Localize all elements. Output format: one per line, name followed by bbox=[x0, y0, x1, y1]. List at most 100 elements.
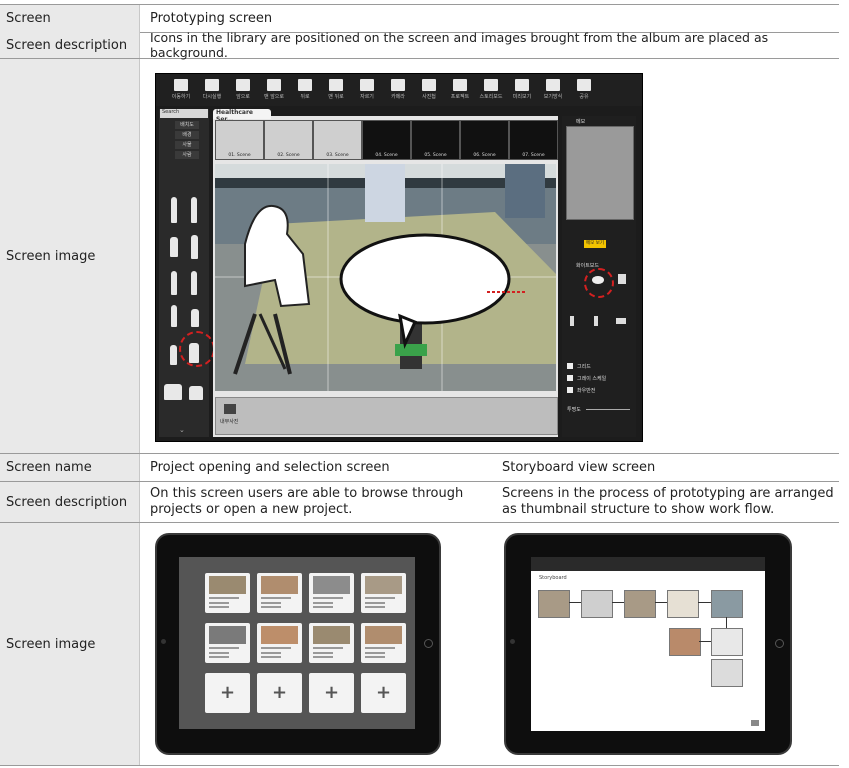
opacity-slider[interactable] bbox=[586, 409, 630, 410]
storyboard-thumb[interactable] bbox=[624, 590, 656, 618]
person-figure[interactable] bbox=[191, 235, 198, 259]
chevron-down-icon[interactable]: ⌄ bbox=[179, 426, 185, 434]
text-line bbox=[261, 602, 281, 604]
memo-area[interactable] bbox=[566, 126, 634, 220]
description-right-line2: as thumbnail structure to show work flow… bbox=[502, 502, 775, 517]
workspace: Healthcare Ser... 01. Scene 02. Scene 03. … bbox=[213, 109, 558, 437]
scene-thumb[interactable]: 06. Scene bbox=[460, 120, 509, 160]
scene-thumb[interactable]: 07. Scene bbox=[509, 120, 558, 160]
grid-checkbox[interactable] bbox=[567, 363, 573, 369]
person-figure[interactable] bbox=[171, 305, 177, 327]
value-screen-name-left: Project opening and selection screen bbox=[150, 460, 390, 475]
storyboard-thumb[interactable] bbox=[711, 590, 743, 618]
home-button[interactable] bbox=[424, 639, 433, 648]
person-figure[interactable] bbox=[191, 197, 197, 223]
person-figure[interactable] bbox=[171, 271, 177, 295]
person-figure[interactable] bbox=[191, 271, 197, 295]
toolbar-button[interactable]: 프로젝트 bbox=[449, 78, 471, 102]
corner-icon[interactable] bbox=[751, 720, 759, 726]
scene-label: 05. Scene bbox=[424, 153, 447, 158]
pencil-icon[interactable] bbox=[570, 316, 574, 326]
project-tab[interactable]: Healthcare Ser... bbox=[213, 109, 271, 123]
new-project-folder[interactable]: + bbox=[361, 673, 406, 713]
storyboard-thumb[interactable] bbox=[711, 628, 743, 656]
memo-button[interactable]: 메모 보기 bbox=[584, 240, 606, 248]
ipad-storyboard: Storyboard bbox=[504, 533, 792, 755]
toolbar-label: 사진첩 bbox=[422, 94, 436, 100]
project-folder[interactable] bbox=[309, 623, 354, 663]
project-folder[interactable] bbox=[257, 573, 302, 613]
toolbar-icon bbox=[298, 79, 312, 91]
toolbar-button[interactable]: 앞으로 bbox=[232, 78, 254, 102]
project-folder[interactable] bbox=[205, 623, 250, 663]
flow-connector bbox=[698, 602, 711, 603]
label-screen-name: Screen name bbox=[0, 454, 139, 481]
toolbar-button[interactable]: 뒤로 bbox=[294, 78, 316, 102]
grayscale-checkbox[interactable] bbox=[567, 375, 573, 381]
text-line bbox=[313, 602, 333, 604]
toolbar-button[interactable]: 미리보기 bbox=[511, 78, 533, 102]
project-folder[interactable] bbox=[257, 623, 302, 663]
dog-figure[interactable] bbox=[189, 386, 203, 400]
project-folder[interactable] bbox=[205, 573, 250, 613]
new-project-folder[interactable]: + bbox=[257, 673, 302, 713]
category-objects[interactable]: 사물 bbox=[175, 141, 199, 149]
pen-icon[interactable] bbox=[594, 316, 598, 326]
toolbar-button[interactable]: 카메라 bbox=[387, 78, 409, 102]
toolbar-label: 보기방식 bbox=[543, 94, 563, 100]
toolbar-button[interactable]: 보기방식 bbox=[542, 78, 564, 102]
toolbar-button[interactable]: 공유 bbox=[573, 78, 595, 102]
project-folder[interactable] bbox=[361, 623, 406, 663]
toolbar-button[interactable]: 스토리보드 bbox=[479, 78, 503, 102]
storyboard-thumb[interactable] bbox=[711, 659, 743, 687]
grid-label: 그리드 bbox=[577, 364, 591, 370]
text-line bbox=[365, 606, 385, 608]
toolbar-label: 미리보기 bbox=[512, 94, 532, 100]
scene-thumb[interactable]: 03. Scene bbox=[313, 120, 362, 160]
category-background[interactable]: 배경 bbox=[175, 131, 199, 139]
toolbar-button[interactable]: 맨 뒤로 bbox=[325, 78, 347, 102]
person-figure[interactable] bbox=[191, 309, 199, 327]
home-button[interactable] bbox=[775, 639, 784, 648]
eraser-icon[interactable] bbox=[616, 318, 626, 324]
library-search[interactable]: Search bbox=[160, 109, 208, 118]
storyboard-thumb[interactable] bbox=[581, 590, 613, 618]
toolbar-button[interactable]: 자르기 bbox=[356, 78, 378, 102]
flip-checkbox[interactable] bbox=[567, 387, 573, 393]
label-screen-description: Screen description bbox=[0, 32, 139, 58]
project-thumbnail bbox=[365, 626, 402, 644]
trash-icon[interactable] bbox=[618, 274, 626, 284]
storyboard-thumb[interactable] bbox=[669, 628, 701, 656]
category-people[interactable]: 사람 bbox=[175, 151, 199, 159]
category-layout[interactable]: 배치도 bbox=[175, 121, 199, 129]
scene-label: 06. Scene bbox=[473, 153, 496, 158]
scene-canvas[interactable] bbox=[215, 164, 556, 391]
scene-thumb[interactable]: 04. Scene bbox=[362, 120, 411, 160]
project-grid-screen: + + + + bbox=[179, 557, 415, 729]
storyboard-thumb[interactable] bbox=[667, 590, 699, 618]
text-line bbox=[313, 652, 333, 654]
person-figure[interactable] bbox=[170, 345, 177, 365]
toolbar-button[interactable]: 다시실행 bbox=[201, 78, 223, 102]
family-figure[interactable] bbox=[164, 384, 182, 400]
toolbar-button[interactable]: 맨 앞으로 bbox=[263, 78, 285, 102]
project-thumbnail bbox=[313, 576, 350, 594]
value-screen-name-right: Storyboard view screen bbox=[502, 460, 656, 475]
toolbar-icon bbox=[391, 79, 405, 91]
photo-icon[interactable] bbox=[224, 404, 236, 414]
person-figure[interactable] bbox=[171, 197, 177, 223]
scene-thumb[interactable]: 01. Scene bbox=[215, 120, 264, 160]
project-folder[interactable] bbox=[361, 573, 406, 613]
label-screen: Screen bbox=[0, 5, 139, 32]
new-project-folder[interactable]: + bbox=[205, 673, 250, 713]
project-folder[interactable] bbox=[309, 573, 354, 613]
toolbar-button[interactable]: 사진첩 bbox=[418, 78, 440, 102]
toolbar-button[interactable]: 이동하기 bbox=[170, 78, 192, 102]
scene-thumb[interactable]: 02. Scene bbox=[264, 120, 313, 160]
person-figure[interactable] bbox=[170, 237, 178, 257]
text-line bbox=[261, 597, 291, 599]
storyboard-thumb[interactable] bbox=[538, 590, 570, 618]
toolbar-icon bbox=[267, 79, 281, 91]
new-project-folder[interactable]: + bbox=[309, 673, 354, 713]
scene-thumb[interactable]: 05. Scene bbox=[411, 120, 460, 160]
